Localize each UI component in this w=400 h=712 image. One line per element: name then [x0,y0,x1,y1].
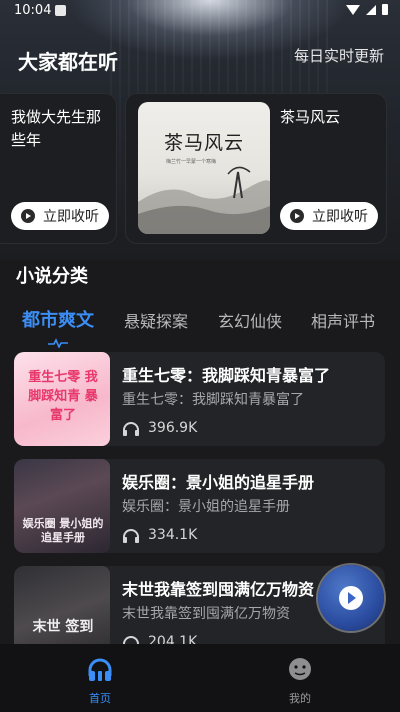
listen-now-label: 立即收听 [312,209,368,225]
listen-now-button[interactable]: 立即收听 [280,202,378,230]
headphones-icon [123,422,139,436]
section-title: 小说分类 [16,266,88,287]
book-description: 末世我靠签到囤满亿万物资 [122,606,290,622]
book-title: 重生七零：我脚踩知青暴富了 [122,366,331,385]
cover-title: 茶马风云 [164,132,245,154]
featured-card[interactable]: 茶马风云 梅兰竹一早蒙一个寒梅 茶马风云 立即收听 [125,93,387,244]
category-tabs: 都市爽文 悬疑探案 玄幻仙侠 相声评书 [0,308,400,348]
featured-card[interactable]: 我做大先生那些年 立即收听 [0,93,117,244]
cover-text: 娱乐圈 景小姐的追星手册 [22,517,104,544]
signal-icon [366,4,376,15]
cover-caption: 梅兰竹一早蒙一个寒梅 [166,159,217,165]
status-bar: 10:04 [0,0,400,24]
tab-mystery[interactable]: 悬疑探案 [124,308,188,332]
book-cover: 娱乐圈 景小姐的追星手册 [14,459,110,553]
book-cover: 茶马风云 梅兰竹一早蒙一个寒梅 [138,102,270,234]
book-description: 重生七零：我脚踩知青暴富了 [122,392,304,408]
play-icon [290,209,304,223]
featured-card-title: 我做大先生那些年 [11,108,102,149]
play-icon [21,209,35,223]
status-time: 10:04 [14,3,52,18]
wifi-icon [346,4,360,15]
nav-profile-label: 我的 [289,692,311,705]
status-icons [346,4,388,15]
featured-card-title: 茶马风云 [280,108,341,126]
tab-urban[interactable]: 都市爽文 [22,306,94,332]
tab-active-indicator [48,338,68,348]
cover-text: 重生七零 我脚踩知青 暴富了 [28,370,98,423]
book-title: 末世我靠签到囤满亿万物资 [122,580,315,599]
bottom-nav: 首页 我的 [0,644,400,712]
play-count: 334.1K [148,527,198,543]
book-description: 娱乐圈：景小姐的追星手册 [122,499,290,515]
floating-player[interactable] [318,565,384,631]
book-title: 娱乐圈：景小姐的追星手册 [122,473,315,492]
cover-text: 末世 签到 [32,619,94,635]
nav-home-label: 首页 [89,692,111,705]
listen-now-button[interactable]: 立即收听 [11,202,109,230]
headphones-icon [88,658,112,681]
nav-home[interactable]: 首页 [0,644,200,712]
cover-landscape-art [138,166,270,234]
listen-now-label: 立即收听 [43,209,99,225]
page-subtitle: 每日实时更新 [293,47,384,65]
page-title: 大家都在听 [18,50,118,74]
battery-icon [382,4,388,15]
play-count: 396.9K [148,420,198,436]
headphones-icon [123,529,139,543]
tab-crosstalk[interactable]: 相声评书 [311,308,375,332]
play-icon[interactable] [339,586,363,610]
book-cover: 重生七零 我脚踩知青 暴富了 [14,352,110,446]
tab-fantasy[interactable]: 玄幻仙侠 [218,308,282,332]
notification-icon [55,5,66,16]
profile-icon [289,658,311,680]
list-item[interactable]: 娱乐圈 景小姐的追星手册 娱乐圈：景小姐的追星手册 娱乐圈：景小姐的追星手册 3… [14,459,385,553]
nav-profile[interactable]: 我的 [200,644,400,712]
list-item[interactable]: 重生七零 我脚踩知青 暴富了 重生七零：我脚踩知青暴富了 重生七零：我脚踩知青暴… [14,352,385,446]
